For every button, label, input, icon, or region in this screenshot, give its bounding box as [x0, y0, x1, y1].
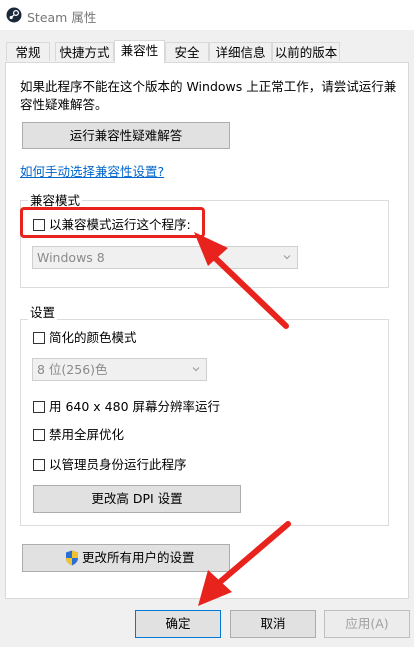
tab-compatibility[interactable]: 兼容性: [114, 40, 165, 63]
annotation-arrow-top: [194, 232, 289, 329]
annotation-arrow-bottom: [198, 521, 291, 606]
annotation-arrows: [194, 232, 291, 606]
